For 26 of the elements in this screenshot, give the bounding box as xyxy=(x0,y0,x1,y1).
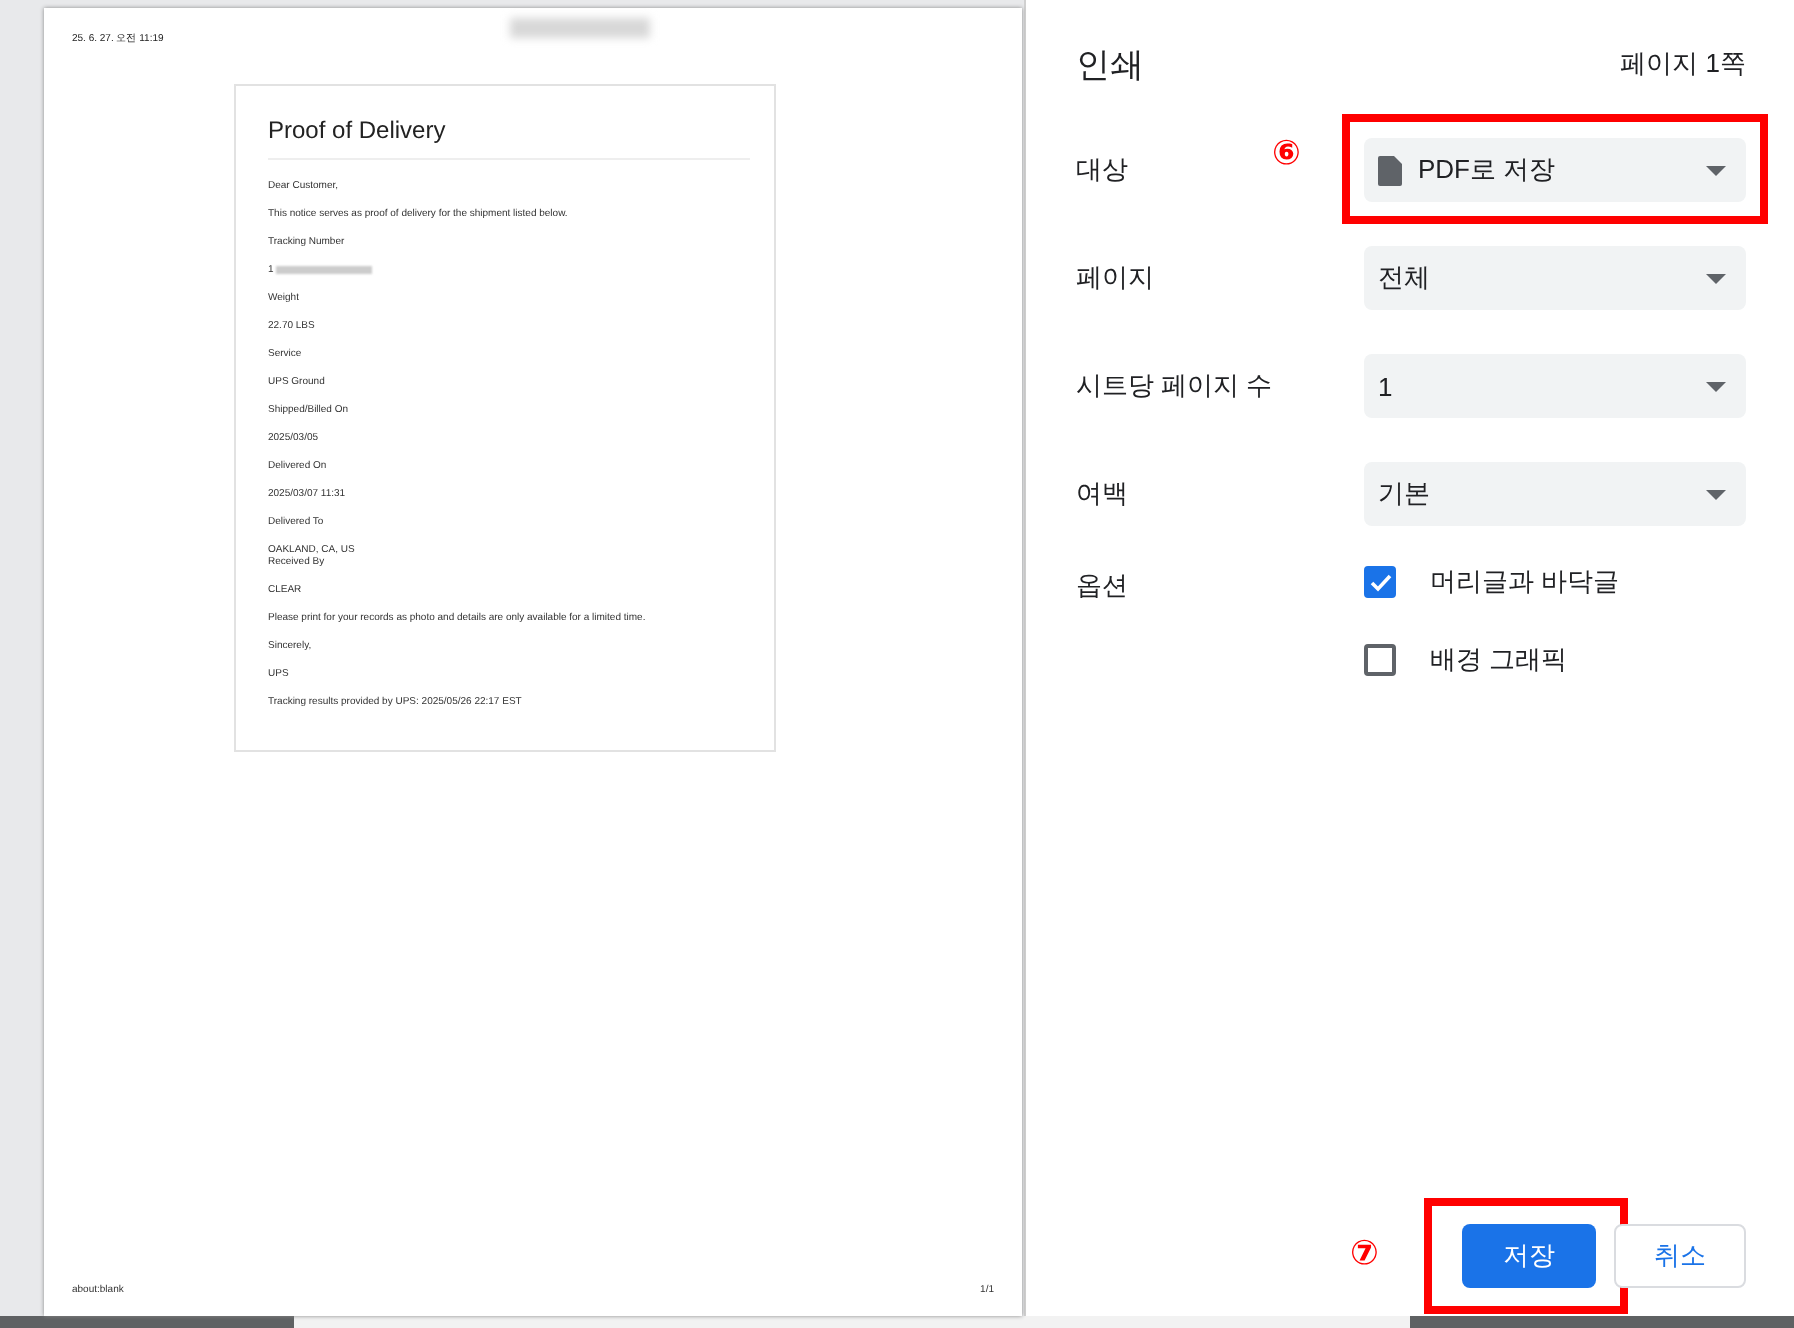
checkbox[interactable] xyxy=(1364,566,1396,598)
dropdown[interactable]: 1 xyxy=(1364,354,1746,418)
checkbox[interactable] xyxy=(1364,644,1396,676)
redacted-bar xyxy=(275,266,372,274)
caret-icon xyxy=(1706,381,1726,391)
step-number: ⑥ xyxy=(1272,134,1301,174)
check-icon xyxy=(1369,573,1391,591)
letter-title: Proof of Delivery xyxy=(268,114,750,160)
setting-label: 옵션 xyxy=(1076,568,1130,604)
checkbox-label: 머리글과 바닥글 xyxy=(1430,564,1620,600)
dropdown[interactable]: PDF로 저장 xyxy=(1364,138,1746,202)
checkbox-label: 배경 그래픽 xyxy=(1430,642,1568,678)
dropdown[interactable]: 기본 xyxy=(1364,462,1746,526)
save-button[interactable]: 저장 xyxy=(1462,1224,1596,1288)
caret-icon xyxy=(1706,489,1726,499)
file-icon xyxy=(1378,155,1402,185)
caret-icon xyxy=(1706,165,1726,175)
setting-label: 페이지 xyxy=(1076,260,1156,296)
setting-label: 시트당 페이지 수 xyxy=(1076,368,1275,404)
setting-label: 여백 xyxy=(1076,476,1130,512)
cancel-button[interactable]: 취소 xyxy=(1614,1224,1746,1288)
caret-icon xyxy=(1706,273,1726,283)
dropdown[interactable]: 전체 xyxy=(1364,246,1746,310)
dialog-title: 인쇄 xyxy=(1076,43,1144,87)
step-number: ⑦ xyxy=(1350,1234,1379,1274)
page-count: 페이지 1쪽 xyxy=(1620,46,1746,82)
